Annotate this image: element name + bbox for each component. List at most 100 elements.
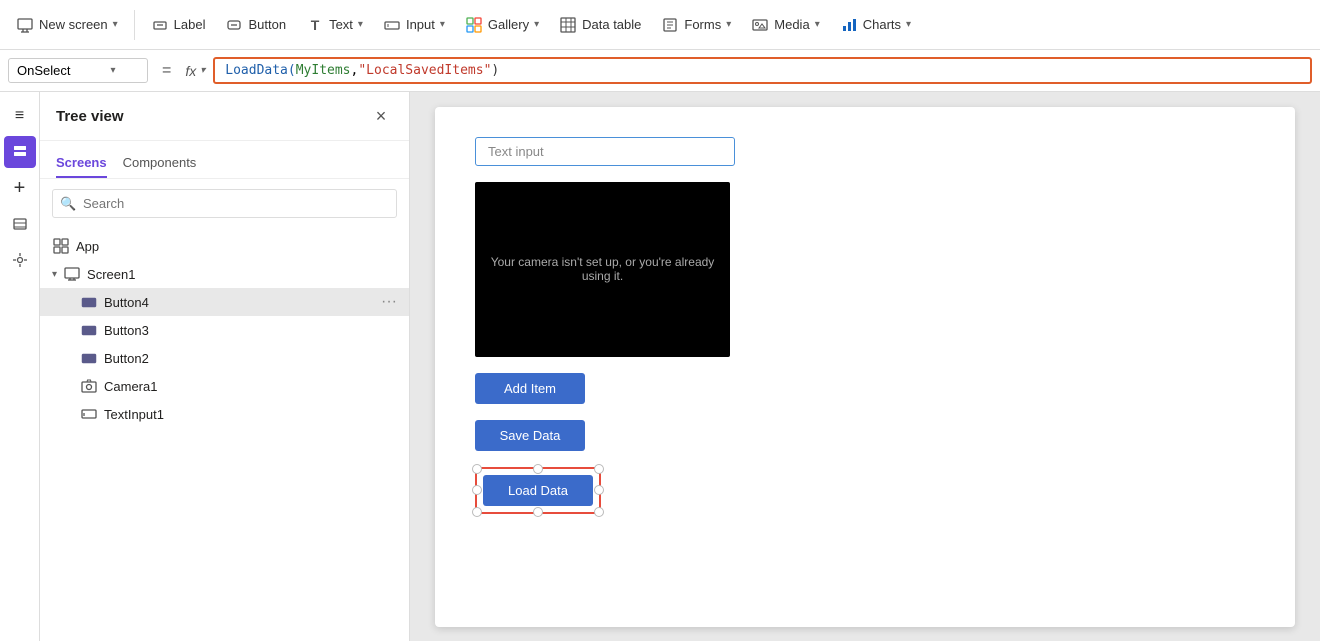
sidebar-icon-hamburger[interactable]: ≡ [4, 100, 36, 132]
tab-components[interactable]: Components [123, 149, 197, 178]
search-input[interactable] [52, 189, 397, 218]
handle-top-right[interactable] [594, 464, 604, 474]
formula-eq-symbol: = [156, 62, 177, 80]
datatable-icon [559, 16, 577, 34]
canvas-text-input[interactable]: Text input [475, 137, 735, 166]
screen1-icon [63, 265, 81, 283]
tree-item-camera1[interactable]: Camera1 [40, 372, 409, 400]
screen-icon [16, 16, 34, 34]
canvas-frame: Text input Your camera isn't set up, or … [435, 107, 1295, 627]
camera1-label: Camera1 [104, 379, 397, 394]
handle-mid-right[interactable] [594, 485, 604, 495]
charts-label: Charts [863, 17, 901, 32]
text-input-placeholder: Text input [488, 144, 544, 159]
tree-tabs: Screens Components [40, 141, 409, 179]
formula-selector[interactable]: OnSelect ▾ [8, 58, 148, 83]
charts-chevron: ▾ [906, 19, 911, 30]
tree-title: Tree view [56, 108, 124, 125]
main-layout: ≡ + Tree view [0, 92, 1320, 641]
label-btn-label: Label [174, 17, 206, 32]
gallery-icon [465, 16, 483, 34]
tree-header: Tree view × [40, 92, 409, 141]
sidebar-icon-add[interactable]: + [4, 172, 36, 204]
toolbar-data-table[interactable]: Data table [551, 12, 649, 38]
new-screen-label: New screen [39, 17, 108, 32]
formula-bar: OnSelect ▾ = fx ▾ LoadData( MyItems , "L… [0, 50, 1320, 92]
button-label: Button [248, 17, 286, 32]
app-label: App [76, 239, 397, 254]
input-chevron: ▾ [440, 19, 445, 30]
canvas-camera: Your camera isn't set up, or you're alre… [475, 182, 730, 357]
forms-icon [661, 16, 679, 34]
formula-selector-label: OnSelect [17, 63, 70, 78]
media-label: Media [774, 17, 809, 32]
button-icon [225, 16, 243, 34]
camera-message: Your camera isn't set up, or you're alre… [475, 245, 730, 293]
handle-top-mid[interactable] [533, 464, 543, 474]
tree-item-button4[interactable]: Button4 ··· [40, 288, 409, 316]
input-icon [383, 16, 401, 34]
forms-label: Forms [684, 17, 721, 32]
data-table-label: Data table [582, 17, 641, 32]
media-icon [751, 16, 769, 34]
load-data-button[interactable]: Load Data [483, 475, 593, 506]
media-chevron: ▾ [815, 19, 820, 30]
gallery-chevron: ▾ [534, 19, 539, 30]
tree-items: App ▾ Screen1 [40, 228, 409, 641]
tree-item-screen1[interactable]: ▾ Screen1 [40, 260, 409, 288]
tree-search: 🔍 [52, 189, 397, 218]
toolbar-label[interactable]: Label [143, 12, 214, 38]
load-data-wrapper: Load Data [475, 467, 601, 514]
toolbar-forms[interactable]: Forms ▾ [653, 12, 739, 38]
formula-fx-chevron: ▾ [200, 65, 205, 76]
handle-mid-left[interactable] [472, 485, 482, 495]
gallery-label: Gallery [488, 17, 529, 32]
formula-selector-chevron: ▾ [110, 65, 115, 76]
handle-bottom-left[interactable] [472, 507, 482, 517]
formula-comma: , [351, 63, 359, 78]
tree-item-button3[interactable]: Button3 [40, 316, 409, 344]
save-data-button[interactable]: Save Data [475, 420, 585, 451]
handle-top-left[interactable] [472, 464, 482, 474]
main-toolbar: New screen ▾ Label Button T Text ▾ [0, 0, 1320, 50]
app-icon [52, 237, 70, 255]
toolbar-button[interactable]: Button [217, 12, 294, 38]
charts-icon [840, 16, 858, 34]
add-item-button[interactable]: Add Item [475, 373, 585, 404]
toolbar-input[interactable]: Input ▾ [375, 12, 453, 38]
forms-chevron: ▾ [726, 19, 731, 30]
sidebar-icons: ≡ + [0, 92, 40, 641]
formula-fx-btn[interactable]: fx ▾ [185, 63, 205, 79]
tree-item-app[interactable]: App [40, 232, 409, 260]
sidebar-icon-database[interactable] [4, 208, 36, 240]
button2-label: Button2 [104, 351, 397, 366]
formula-input[interactable]: LoadData( MyItems , "LocalSavedItems" ) [213, 57, 1312, 84]
toolbar-divider-1 [134, 10, 135, 40]
handle-bottom-mid[interactable] [533, 507, 543, 517]
tree-panel: Tree view × Screens Components 🔍 [40, 92, 410, 641]
sidebar-icon-tools[interactable] [4, 244, 36, 276]
new-screen-chevron: ▾ [113, 19, 118, 30]
tree-close-button[interactable]: × [369, 104, 393, 128]
search-icon: 🔍 [60, 196, 76, 212]
toolbar-gallery[interactable]: Gallery ▾ [457, 12, 547, 38]
tree-item-button2[interactable]: Button2 [40, 344, 409, 372]
button4-more[interactable]: ··· [381, 293, 397, 311]
screen1-label: Screen1 [87, 267, 397, 282]
canvas-area: Text input Your camera isn't set up, or … [410, 92, 1320, 641]
toolbar-media[interactable]: Media ▾ [743, 12, 827, 38]
handle-bottom-right[interactable] [594, 507, 604, 517]
button2-icon [80, 349, 98, 367]
text-label: Text [329, 17, 353, 32]
toolbar-charts[interactable]: Charts ▾ [832, 12, 919, 38]
camera1-icon [80, 377, 98, 395]
sidebar-icon-layers[interactable] [4, 136, 36, 168]
textinput1-label: TextInput1 [104, 407, 397, 422]
label-icon [151, 16, 169, 34]
toolbar-text[interactable]: T Text ▾ [298, 12, 371, 38]
button4-icon [80, 293, 98, 311]
tab-screens[interactable]: Screens [56, 149, 107, 178]
toolbar-new-screen[interactable]: New screen ▾ [8, 12, 126, 38]
tree-item-textinput1[interactable]: TextInput1 [40, 400, 409, 428]
screen1-chevron: ▾ [52, 269, 57, 280]
